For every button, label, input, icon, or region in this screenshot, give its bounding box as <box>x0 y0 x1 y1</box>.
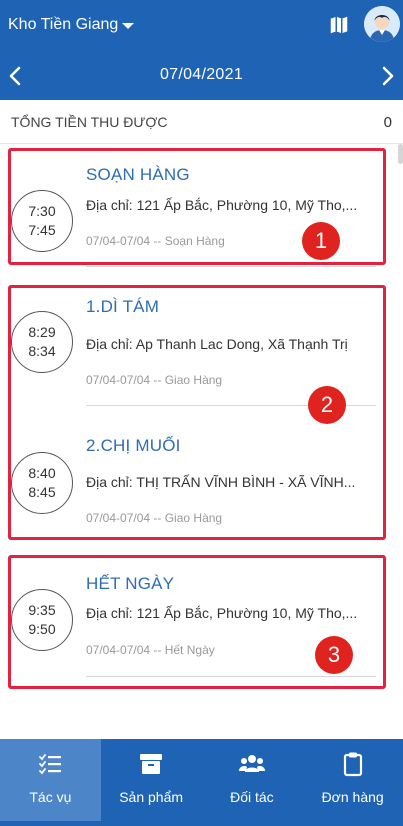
date-navigator: 07/04/2021 <box>0 56 403 96</box>
map-icon[interactable] <box>328 14 350 36</box>
nav-label: Sản phẩm <box>119 789 184 805</box>
caret-down-icon <box>122 23 135 29</box>
app-header: Kho Tiền Giang 07/04/2021 <box>0 0 403 100</box>
nav-label: Tác vụ <box>29 789 72 805</box>
clipboard-icon <box>343 752 362 777</box>
annotation-badge-3: 3 <box>315 636 353 674</box>
archive-box-icon <box>140 754 163 774</box>
summary-label: TỔNG TIỀN THU ĐƯỢC <box>11 114 168 130</box>
annotation-badge-2: 2 <box>308 386 346 424</box>
task-list-icon <box>39 754 62 775</box>
bottom-navigation: Tác vụ Sản phẩm Đối tác Đơn hàng <box>0 739 403 826</box>
nav-tab-partners[interactable]: Đối tác <box>202 739 303 821</box>
current-date: 07/04/2021 <box>159 66 244 83</box>
revenue-summary: TỔNG TIỀN THU ĐƯỢC 0 <box>0 100 403 144</box>
warehouse-selector[interactable]: Kho Tiền Giang <box>8 16 135 34</box>
annotation-badge-1: 1 <box>302 222 340 260</box>
user-avatar[interactable] <box>364 6 400 42</box>
warehouse-name: Kho Tiền Giang <box>8 16 119 33</box>
top-bar: Kho Tiền Giang <box>0 0 403 50</box>
nav-label: Đối tác <box>230 789 274 805</box>
summary-value: 0 <box>383 114 392 131</box>
divider <box>86 266 376 267</box>
nav-tab-tasks[interactable]: Tác vụ <box>0 739 101 821</box>
avatar-icon <box>364 6 400 42</box>
nav-label: Đơn hàng <box>321 789 384 805</box>
users-icon <box>238 755 265 772</box>
nav-tab-products[interactable]: Sản phẩm <box>101 739 202 821</box>
chevron-right-icon[interactable] <box>375 64 399 88</box>
nav-tab-orders[interactable]: Đơn hàng <box>302 739 403 821</box>
